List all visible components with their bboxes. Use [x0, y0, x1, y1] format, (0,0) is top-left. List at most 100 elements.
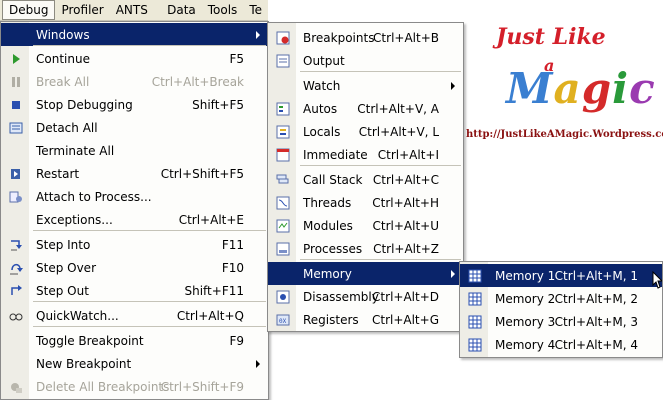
menu-item-label: Watch — [303, 78, 341, 93]
menu-separator — [300, 165, 461, 166]
menu-item-attach-to-process[interactable]: Attach to Process... — [1, 185, 268, 208]
menu-item-label: Delete All Breakpoints — [36, 379, 170, 394]
menu-item-immediate[interactable]: Immediate Ctrl+Alt+I — [268, 143, 463, 166]
menu-item-autos[interactable]: Autos Ctrl+Alt+V, A — [268, 97, 463, 120]
menubar-te[interactable]: Te — [243, 0, 268, 20]
menu-item-label: Terminate All — [36, 143, 115, 158]
menu-item-shortcut: Ctrl+Alt+U — [372, 218, 440, 233]
menu-item-memory[interactable]: Memory — [268, 262, 463, 285]
menu-item-step-over[interactable]: Step Over F10 — [1, 256, 268, 279]
menu-item-label: Step Out — [36, 283, 89, 298]
menu-item-shortcut: Ctrl+Alt+Q — [176, 308, 244, 323]
logo-letter: M — [506, 64, 554, 113]
call-stack-icon — [276, 174, 289, 184]
menu-item-label: Modules — [303, 218, 353, 233]
menu-item-label: Disassembly — [303, 289, 379, 304]
menu-item-shortcut: Ctrl+Alt+E — [178, 212, 244, 227]
menu-item-detach-all[interactable]: Detach All — [1, 116, 268, 139]
menu-item-label: Call Stack — [303, 172, 363, 187]
autos-window-icon — [276, 102, 290, 116]
menu-item-windows[interactable]: Windows — [1, 23, 268, 46]
menu-item-label: Windows — [36, 27, 90, 42]
menu-item-locals[interactable]: Locals Ctrl+Alt+V, L — [268, 120, 463, 143]
menu-item-exceptions[interactable]: Exceptions... Ctrl+Alt+E — [1, 208, 268, 231]
menu-item-shortcut: Shift+F11 — [184, 283, 244, 298]
glasses-icon — [9, 313, 23, 321]
menu-item-shortcut: F9 — [229, 333, 244, 348]
mouse-cursor-icon — [652, 271, 662, 289]
menu-item-call-stack[interactable]: Call Stack Ctrl+Alt+C — [268, 168, 463, 191]
submenu-arrow-icon — [451, 82, 455, 90]
menu-item-label: QuickWatch... — [36, 308, 119, 323]
menu-item-shortcut: Ctrl+Alt+M, 2 — [554, 291, 638, 306]
menu-item-shortcut: F11 — [221, 237, 244, 252]
menu-item-shortcut: Ctrl+Alt+Break — [151, 74, 244, 89]
menu-item-registers[interactable]: 0X Registers Ctrl+Alt+G — [268, 308, 463, 331]
menubar-debug[interactable]: Debug — [2, 0, 56, 20]
menu-item-label: Toggle Breakpoint — [36, 333, 144, 348]
menu-separator — [33, 326, 266, 327]
menu-item-memory-4[interactable]: Memory 4 Ctrl+Alt+M, 4 — [460, 333, 662, 356]
menu-item-new-breakpoint[interactable]: New Breakpoint — [1, 352, 268, 375]
menu-item-disassembly[interactable]: Disassembly Ctrl+Alt+D — [268, 285, 463, 308]
menubar-profiler[interactable]: Profiler — [55, 0, 109, 20]
disassembly-icon — [276, 290, 290, 304]
menu-item-label: New Breakpoint — [36, 356, 132, 371]
memory-grid-icon — [468, 292, 482, 306]
menu-item-memory-1[interactable]: Memory 1 Ctrl+Alt+M, 1 — [460, 264, 662, 287]
logo-letter: c — [629, 64, 656, 113]
menu-item-shortcut: Ctrl+Shift+F5 — [160, 166, 244, 181]
menubar-tools[interactable]: Tools — [202, 0, 244, 20]
menu-item-shortcut: Ctrl+Alt+M, 4 — [554, 337, 638, 352]
menu-item-toggle-breakpoint[interactable]: Toggle Breakpoint F9 — [1, 329, 268, 352]
menu-item-output[interactable]: Output — [268, 49, 463, 72]
windows-submenu: Breakpoints Ctrl+Alt+B Output Watch Autos Ctr… — [267, 22, 464, 332]
menu-item-stop-debugging[interactable]: Stop Debugging Shift+F5 — [1, 93, 268, 116]
submenu-arrow-icon — [451, 270, 455, 278]
menu-item-breakpoints[interactable]: Breakpoints Ctrl+Alt+B — [268, 26, 463, 49]
menu-item-label: Processes — [303, 241, 363, 256]
menu-item-label: Threads — [303, 195, 352, 210]
detach-icon — [9, 122, 23, 134]
menu-item-memory-3[interactable]: Memory 3 Ctrl+Alt+M, 3 — [460, 310, 662, 333]
menubar-data[interactable]: Data — [161, 0, 202, 20]
menu-item-break-all: Break All Ctrl+Alt+Break — [1, 70, 268, 93]
modules-icon — [276, 219, 290, 233]
menu-separator — [33, 301, 266, 302]
memory-grid-icon — [468, 315, 482, 329]
submenu-arrow-icon — [256, 31, 260, 39]
menu-item-label: Memory 3 — [495, 314, 556, 329]
delete-breakpoints-icon — [11, 383, 22, 393]
menu-item-shortcut: Ctrl+Alt+M, 1 — [554, 268, 638, 283]
menu-item-quickwatch[interactable]: QuickWatch... Ctrl+Alt+Q — [1, 304, 268, 327]
menu-item-processes[interactable]: Processes Ctrl+Alt+Z — [268, 237, 463, 260]
memory-grid-icon — [468, 269, 482, 283]
just-like-a-magic-logo: Just Like a Magic http://JustLikeAMagic.… — [466, 18, 663, 148]
menu-item-step-out[interactable]: Step Out Shift+F11 — [1, 279, 268, 302]
logo-line1: Just Like — [496, 24, 606, 50]
menu-item-shortcut: Ctrl+Shift+F9 — [160, 379, 244, 394]
menubar-ants4[interactable]: ANTS 4 — [110, 0, 161, 37]
logo-letter: g — [581, 64, 613, 113]
menu-item-label: Attach to Process... — [36, 189, 152, 204]
menu-item-shortcut: Ctrl+Alt+Z — [373, 241, 439, 256]
menu-item-memory-2[interactable]: Memory 2 Ctrl+Alt+M, 2 — [460, 287, 662, 310]
menu-item-shortcut: Ctrl+Alt+D — [372, 289, 439, 304]
menu-item-continue[interactable]: Continue F5 — [1, 47, 268, 70]
menu-item-threads[interactable]: Threads Ctrl+Alt+H — [268, 191, 463, 214]
attach-icon — [9, 191, 22, 203]
menu-item-label: Autos — [303, 101, 338, 116]
menu-item-label: Stop Debugging — [36, 97, 133, 112]
menu-item-modules[interactable]: Modules Ctrl+Alt+U — [268, 214, 463, 237]
registers-icon: 0X — [276, 314, 290, 326]
play-icon — [13, 54, 20, 64]
menu-item-watch[interactable]: Watch — [268, 74, 463, 97]
menu-item-restart[interactable]: Restart Ctrl+Shift+F5 — [1, 162, 268, 185]
menu-item-terminate-all[interactable]: Terminate All — [1, 139, 268, 162]
logo-letter: i — [612, 64, 630, 113]
menu-item-label: Memory 1 — [495, 268, 556, 283]
menu-item-shortcut: Shift+F5 — [192, 97, 244, 112]
menu-item-step-into[interactable]: Step Into F11 — [1, 233, 268, 256]
threads-icon — [276, 196, 290, 210]
menu-separator — [300, 259, 461, 260]
